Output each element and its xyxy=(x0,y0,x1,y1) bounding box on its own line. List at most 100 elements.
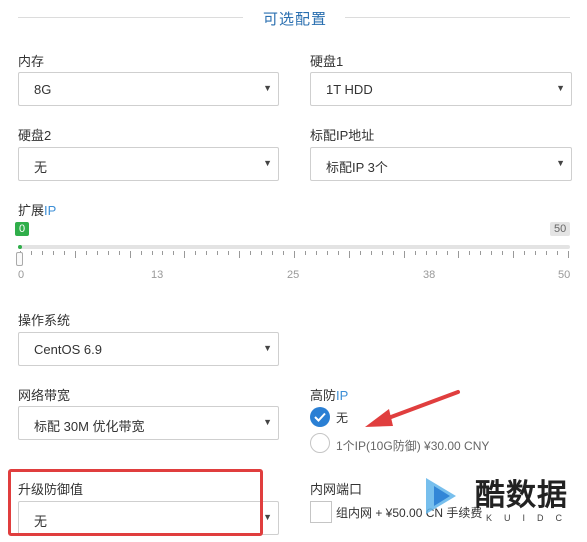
slider-tick xyxy=(491,251,493,255)
slider-tick xyxy=(250,251,252,255)
slider-tick xyxy=(381,251,383,255)
ext-ip-slider-handle[interactable] xyxy=(16,252,23,266)
slider-tick xyxy=(63,251,65,255)
chevron-down-icon: ▼ xyxy=(556,83,565,93)
slider-tick xyxy=(129,251,131,258)
slider-tick xyxy=(414,251,416,255)
disk2-select[interactable]: 无 ▼ xyxy=(18,147,279,181)
watermark-text: 酷数据 xyxy=(475,479,568,512)
slider-tick xyxy=(513,251,515,258)
disk1-select[interactable]: 1T HDD ▼ xyxy=(310,72,572,106)
high-def-ip-label: 高防IP xyxy=(310,385,348,404)
slider-tick xyxy=(469,251,471,255)
watermark-logo-icon xyxy=(426,478,456,514)
slider-tick xyxy=(370,251,372,255)
disk1-label: 硬盘1 xyxy=(310,54,344,69)
slider-tick xyxy=(107,251,109,255)
slider-tick xyxy=(239,251,241,258)
std-ip-value: 标配IP 3个 xyxy=(326,160,388,175)
title-divider-left xyxy=(18,17,243,18)
ext-ip-slider-track[interactable] xyxy=(18,245,570,249)
slider-tick xyxy=(206,251,208,255)
slider-tick xyxy=(283,251,285,255)
ext-ip-slider-fill xyxy=(18,245,22,249)
slider-tick xyxy=(326,251,328,255)
ext-ip-label-accent: IP xyxy=(44,203,57,218)
slider-tick xyxy=(74,251,76,258)
memory-label: 内存 xyxy=(18,54,45,69)
slider-tick xyxy=(96,251,98,255)
slider-tick xyxy=(403,251,405,258)
slider-tick xyxy=(140,251,142,255)
chevron-down-icon: ▼ xyxy=(263,512,272,522)
slider-tick xyxy=(546,251,548,255)
high-def-ip-radio-1ip[interactable] xyxy=(310,433,330,453)
slider-tick xyxy=(304,251,306,255)
tick-label-50: 50 xyxy=(558,269,571,281)
slider-tick xyxy=(557,251,559,255)
slider-tick xyxy=(52,251,54,255)
high-def-ip-option-none[interactable]: 无 xyxy=(336,409,348,426)
slider-tick xyxy=(359,251,361,255)
slider-tick xyxy=(392,251,394,255)
slider-tick xyxy=(261,251,263,255)
slider-tick xyxy=(151,251,153,255)
slider-tick xyxy=(41,251,43,255)
slider-tick xyxy=(348,251,350,258)
high-def-ip-option-1ip[interactable]: 1个IP(10G防御) ¥30.00 CNY xyxy=(336,437,489,454)
chevron-down-icon: ▼ xyxy=(263,158,272,168)
chevron-down-icon: ▼ xyxy=(263,83,272,93)
slider-tick xyxy=(458,251,460,258)
slider-max-badge: 50 xyxy=(550,222,571,236)
disk2-value: 无 xyxy=(34,160,48,175)
tick-label-25: 25 xyxy=(287,269,300,281)
high-def-ip-label-accent: IP xyxy=(336,388,349,403)
watermark-subtext: KUIDC xyxy=(486,513,575,523)
ext-ip-label: 扩展IP xyxy=(18,200,56,219)
slider-tick xyxy=(436,251,438,255)
section-title: 可选配置 xyxy=(263,11,328,28)
slider-tick xyxy=(228,251,230,255)
tick-label-0: 0 xyxy=(18,269,25,281)
annotation-arrow xyxy=(365,390,460,427)
slider-tick xyxy=(337,251,339,255)
intranet-checkbox[interactable] xyxy=(310,501,332,523)
chevron-down-icon: ▼ xyxy=(556,158,565,168)
slider-tick xyxy=(425,251,427,255)
os-label: 操作系统 xyxy=(18,313,71,328)
title-divider-right xyxy=(345,17,570,18)
ext-ip-label-main: 扩展 xyxy=(18,203,45,218)
memory-select[interactable]: 8G ▼ xyxy=(18,72,279,106)
slider-tick xyxy=(30,251,32,255)
std-ip-label: 标配IP地址 xyxy=(310,128,375,143)
chevron-down-icon: ▼ xyxy=(263,417,272,427)
slider-tick xyxy=(85,251,87,255)
std-ip-select[interactable]: 标配IP 3个 ▼ xyxy=(310,147,572,181)
slider-tick xyxy=(173,251,175,255)
slider-tick xyxy=(480,251,482,255)
slider-tick xyxy=(195,251,197,255)
slider-tick xyxy=(535,251,537,255)
slider-tick xyxy=(447,251,449,255)
slider-tick xyxy=(272,251,274,255)
slider-tick xyxy=(162,251,164,255)
bandwidth-value: 标配 30M 优化带宽 xyxy=(34,419,145,434)
bandwidth-label: 网络带宽 xyxy=(18,388,71,403)
memory-value: 8G xyxy=(34,82,52,97)
tick-label-38: 38 xyxy=(423,269,436,281)
bandwidth-select[interactable]: 标配 30M 优化带宽 ▼ xyxy=(18,406,279,440)
intranet-label: 内网端口 xyxy=(310,482,363,497)
chevron-down-icon: ▼ xyxy=(263,343,272,353)
high-def-ip-radio-none[interactable] xyxy=(310,407,330,427)
slider-tick xyxy=(294,251,295,258)
slider-tick xyxy=(315,251,317,255)
disk1-value: 1T HDD xyxy=(326,82,373,97)
checkmark-icon xyxy=(314,412,326,422)
os-select[interactable]: CentOS 6.9 ▼ xyxy=(18,332,279,366)
slider-tick xyxy=(502,251,504,255)
os-value: CentOS 6.9 xyxy=(34,342,102,357)
slider-tick xyxy=(118,251,120,255)
disk2-label: 硬盘2 xyxy=(18,128,52,143)
slider-min-badge: 0 xyxy=(15,222,30,236)
slider-tick xyxy=(524,251,526,255)
